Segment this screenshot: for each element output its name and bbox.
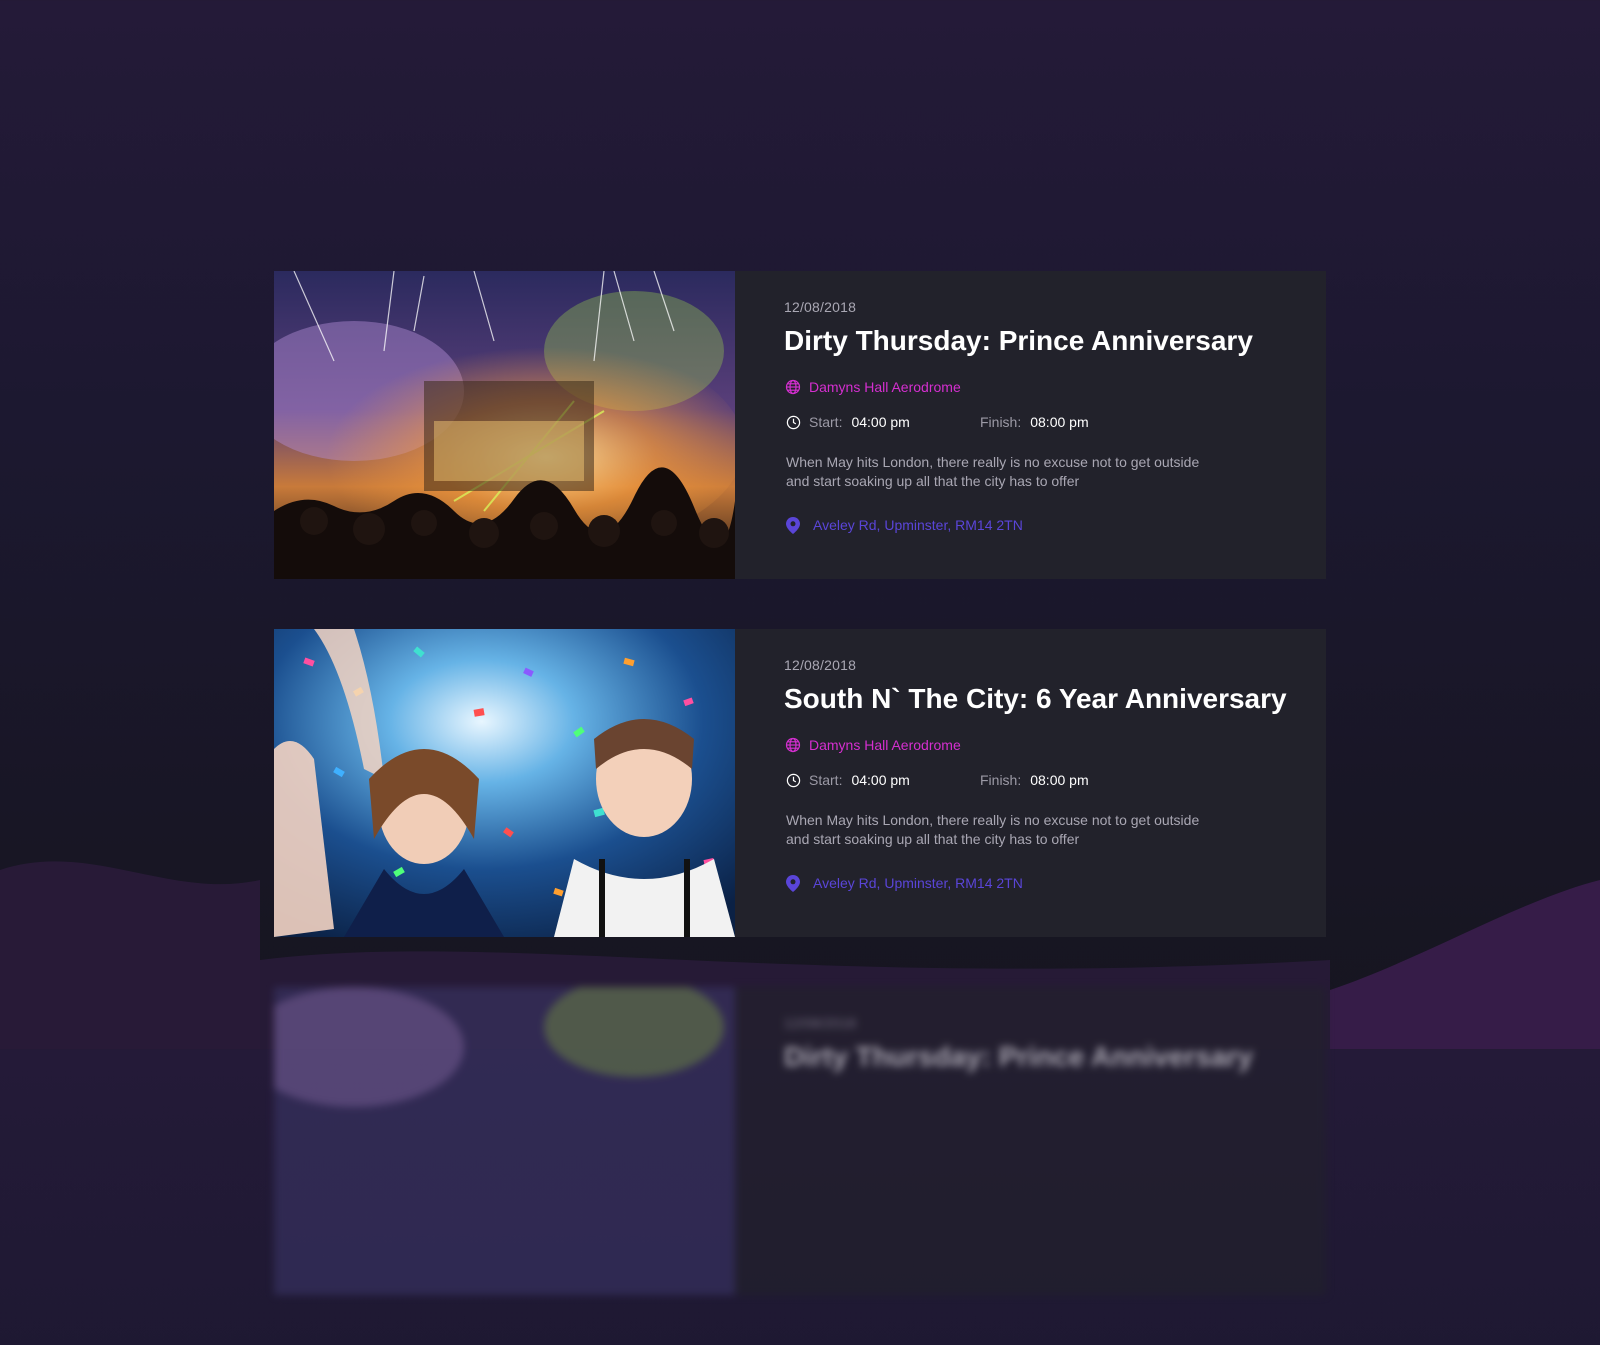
event-details: 12/08/2018 Dirty Thursday: Prince Annive…	[735, 271, 1326, 579]
map-pin-icon	[785, 874, 801, 892]
clock-icon	[785, 414, 801, 430]
finish-label: Finish:	[980, 772, 1022, 788]
event-date: 12/08/2018	[784, 657, 857, 673]
event-description: When May hits London, there really is no…	[786, 812, 1200, 847]
address-text: Aveley Rd, Upminster, RM14 2TN	[813, 517, 1023, 533]
event-title[interactable]: South N` The City: 6 Year Anniversary	[784, 683, 1287, 715]
event-title[interactable]: Dirty Thursday: Prince Anniversary	[784, 325, 1253, 357]
event-image[interactable]	[274, 271, 735, 579]
event-image[interactable]	[274, 629, 735, 937]
event-details: 12/08/2018 South N` The City: 6 Year Ann…	[735, 629, 1326, 937]
venue-name: Damyns Hall Aerodrome	[809, 379, 961, 395]
venue-link[interactable]: Damyns Hall Aerodrome	[785, 379, 961, 395]
start-time: 04:00 pm	[851, 414, 910, 430]
event-date: 12/08/2018	[784, 1015, 857, 1031]
venue-link[interactable]: Damyns Hall Aerodrome	[785, 737, 961, 753]
globe-icon	[785, 379, 801, 395]
event-image[interactable]	[274, 987, 735, 1295]
finish-time: 08:00 pm	[1030, 414, 1089, 430]
finish-label: Finish:	[980, 414, 1022, 430]
address-text: Aveley Rd, Upminster, RM14 2TN	[813, 875, 1023, 891]
start-label: Start:	[809, 414, 843, 430]
event-date: 12/08/2018	[784, 299, 857, 315]
event-title[interactable]: Dirty Thursday: Prince Anniversary	[784, 1041, 1253, 1073]
venue-name: Damyns Hall Aerodrome	[809, 737, 961, 753]
start-label: Start:	[809, 772, 843, 788]
clock-icon	[785, 772, 801, 788]
confetti-party-photo	[274, 629, 735, 937]
events-list: 12/08/2018 Dirty Thursday: Prince Annive…	[274, 271, 1326, 1345]
time-row: Start: 04:00 pm Finish: 08:00 pm	[785, 414, 1089, 430]
concert-photo	[274, 987, 735, 1295]
address-link[interactable]: Aveley Rd, Upminster, RM14 2TN	[785, 874, 1023, 892]
address-link[interactable]: Aveley Rd, Upminster, RM14 2TN	[785, 516, 1023, 534]
start-time: 04:00 pm	[851, 772, 910, 788]
map-pin-icon	[785, 516, 801, 534]
event-details: 12/08/2018 Dirty Thursday: Prince Annive…	[735, 987, 1326, 1295]
time-row: Start: 04:00 pm Finish: 08:00 pm	[785, 772, 1089, 788]
event-card[interactable]: 12/08/2018 Dirty Thursday: Prince Annive…	[274, 271, 1326, 579]
globe-icon	[785, 737, 801, 753]
event-card[interactable]: 12/08/2018 South N` The City: 6 Year Ann…	[274, 629, 1326, 937]
finish-time: 08:00 pm	[1030, 772, 1089, 788]
event-description: When May hits London, there really is no…	[786, 454, 1200, 489]
concert-photo	[274, 271, 735, 579]
event-card[interactable]: 12/08/2018 Dirty Thursday: Prince Annive…	[274, 987, 1326, 1295]
